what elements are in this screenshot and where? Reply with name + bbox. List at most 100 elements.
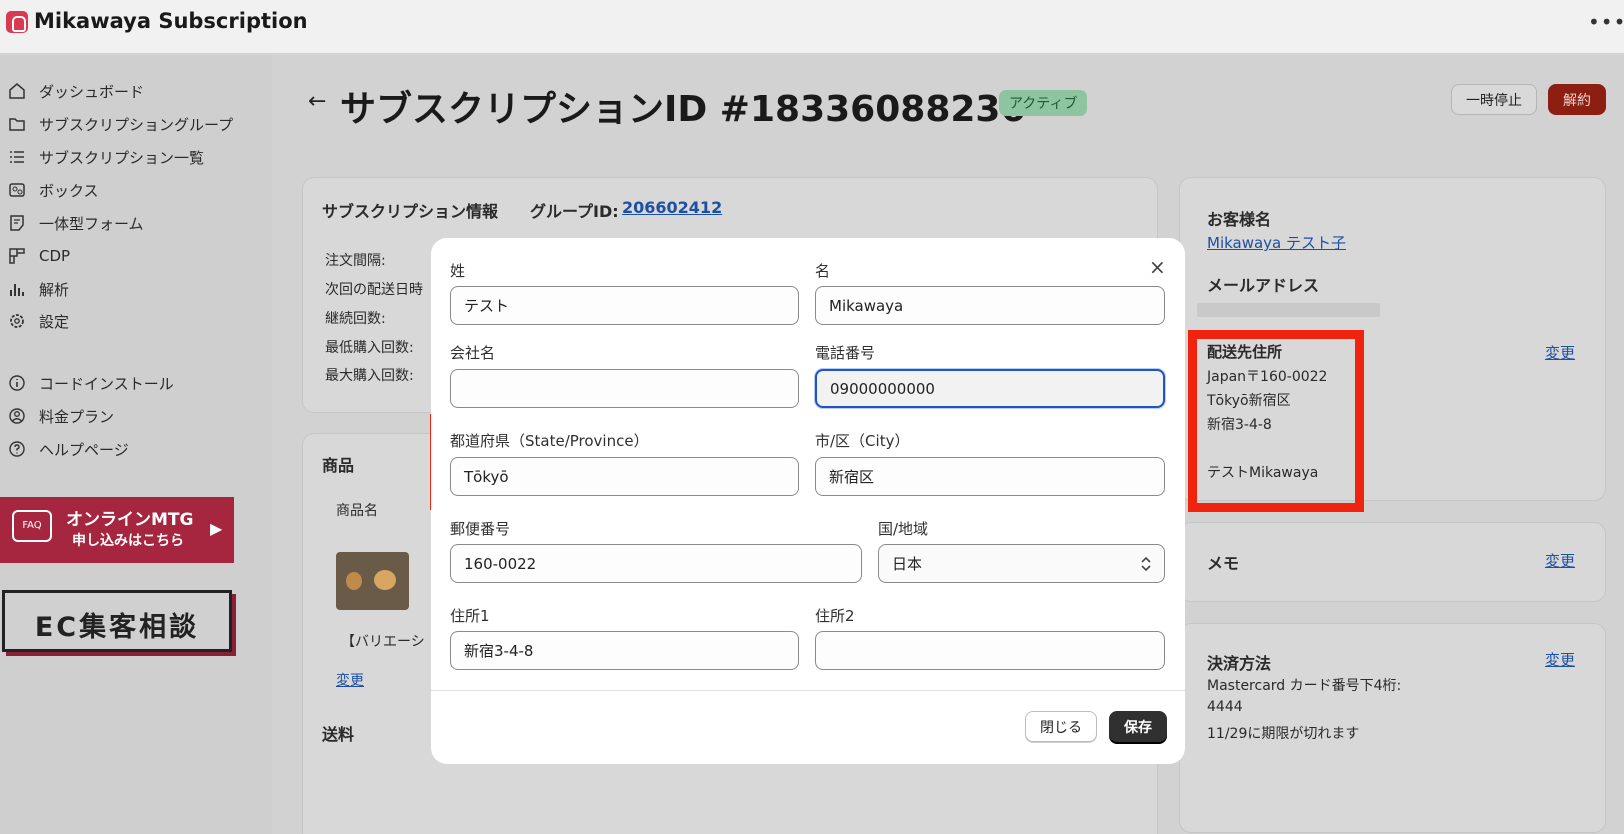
company-input[interactable]: [450, 369, 799, 408]
sidebar-item-pricing[interactable]: 料金プラン: [8, 402, 114, 430]
zip-input[interactable]: 160-0022: [450, 544, 862, 583]
email-redacted: [1197, 303, 1380, 317]
company-label: 会社名: [450, 344, 496, 362]
play-arrow-icon: ▶: [210, 519, 223, 538]
ec-consult-banner[interactable]: EC集客相談: [2, 590, 232, 652]
cancel-subscription-button[interactable]: 解約: [1548, 84, 1606, 115]
sidebar: ダッシュボード サブスクリプショングループ サブスクリプション一覧 ボックス 一…: [0, 55, 272, 834]
state-label: 都道府県（State/Province）: [450, 432, 649, 450]
close-button[interactable]: 閉じる: [1025, 711, 1097, 742]
product-thumbnail: [336, 552, 409, 610]
sidebar-item-label: コードインストール: [39, 374, 174, 393]
sidebar-item-label: ダッシュボード: [39, 82, 145, 101]
home-icon: [8, 82, 26, 100]
product-change-link[interactable]: 変更: [336, 670, 364, 690]
user-circle-icon: [8, 407, 26, 425]
sidebar-item-label: サブスクリプション一覧: [39, 148, 205, 167]
chevron-updown-icon: [1141, 556, 1151, 572]
info-icon: [8, 374, 26, 392]
sidebar-item-label: ボックス: [39, 181, 99, 200]
close-icon[interactable]: ×: [1149, 255, 1166, 279]
sidebar-item-label: 料金プラン: [39, 407, 115, 426]
list-icon: [8, 148, 26, 166]
banner-subtitle: 申し込みはこちら: [72, 533, 184, 549]
shipping-label: 送料: [322, 725, 355, 744]
address1-input[interactable]: 新宿3-4-8: [450, 631, 799, 670]
banner-title: オンラインMTG: [66, 510, 194, 530]
payment-last4: 4444: [1207, 699, 1243, 715]
first-name-input[interactable]: Mikawaya: [815, 286, 1165, 325]
city-input[interactable]: 新宿区: [815, 457, 1165, 496]
app-title: Mikawaya Subscription: [34, 9, 308, 33]
customer-name-link[interactable]: Mikawaya テスト子: [1207, 232, 1346, 253]
sidebar-item-box[interactable]: ボックス: [8, 176, 99, 204]
last-name-input[interactable]: テスト: [450, 286, 799, 325]
address2-input[interactable]: [815, 631, 1165, 670]
edit-address-modal: × 姓 テスト 名 Mikawaya 会社名 電話番号 09000000000 …: [431, 238, 1185, 764]
memo-card: [1179, 522, 1606, 602]
city-label: 市/区（City）: [815, 432, 910, 450]
group-id-label: グループID:: [530, 202, 619, 221]
state-input[interactable]: Tōkyō: [450, 457, 799, 496]
page-title: サブスクリプションID #18336088236: [340, 89, 1026, 130]
continuation-count-label: 継続回数:: [325, 311, 386, 327]
country-selected-value: 日本: [892, 555, 923, 573]
save-button[interactable]: 保存: [1109, 711, 1167, 742]
phone-label: 電話番号: [815, 344, 876, 362]
order-interval-label: 注文間隔:: [325, 253, 386, 269]
banner-text: EC集客相談: [34, 612, 200, 643]
address-change-link[interactable]: 変更: [1545, 342, 1575, 363]
folder-icon: [8, 115, 26, 133]
pause-button[interactable]: 一時停止: [1451, 84, 1537, 115]
faq-icon: FAQ: [12, 510, 52, 542]
status-badge: アクティブ: [999, 90, 1088, 116]
phone-input[interactable]: 09000000000: [815, 369, 1165, 408]
sidebar-item-settings[interactable]: 設定: [8, 307, 69, 335]
payment-change-link[interactable]: 変更: [1545, 649, 1575, 670]
help-icon: [8, 440, 26, 458]
sidebar-item-label: CDP: [39, 247, 71, 265]
sidebar-item-subscription-list[interactable]: サブスクリプション一覧: [8, 143, 204, 171]
box-icon: [8, 181, 26, 199]
email-label: メールアドレス: [1207, 276, 1320, 295]
grid-icon: [8, 247, 26, 265]
app-logo-icon: [6, 11, 28, 33]
address1-label: 住所1: [450, 607, 490, 625]
product-name: 【バリエーシ: [341, 634, 425, 650]
first-name-label: 名: [815, 262, 831, 280]
sidebar-item-subscription-groups[interactable]: サブスクリプショングループ: [8, 110, 233, 138]
country-select[interactable]: 日本: [878, 544, 1165, 583]
product-card-title: 商品: [322, 456, 355, 475]
max-purchase-label: 最大購入回数:: [325, 368, 414, 384]
back-arrow-icon[interactable]: ←: [308, 89, 326, 114]
chart-icon: [8, 280, 26, 298]
gear-icon: [8, 312, 26, 330]
more-horizontal-icon[interactable]: •••: [1588, 10, 1624, 34]
sidebar-item-code-install[interactable]: コードインストール: [8, 369, 174, 397]
modal-divider: [431, 690, 1185, 691]
sidebar-item-form[interactable]: 一体型フォーム: [8, 209, 144, 237]
sidebar-item-analytics[interactable]: 解析: [8, 275, 69, 303]
app-header: Mikawaya Subscription •••: [0, 0, 1624, 54]
group-id-link[interactable]: 206602412: [622, 198, 722, 217]
sidebar-item-label: ヘルプページ: [39, 440, 129, 459]
sidebar-item-label: 解析: [39, 280, 70, 299]
form-icon: [8, 214, 26, 232]
sidebar-item-label: サブスクリプショングループ: [39, 115, 234, 134]
online-mtg-banner[interactable]: FAQ オンラインMTG 申し込みはこちら ▶: [0, 497, 234, 563]
subscription-info-title: サブスクリプション情報: [322, 202, 499, 221]
last-name-label: 姓: [450, 262, 466, 280]
sidebar-item-help[interactable]: ヘルプページ: [8, 435, 129, 463]
next-delivery-label: 次回の配送日時: [325, 282, 423, 298]
address2-label: 住所2: [815, 607, 855, 625]
sidebar-item-label: 一体型フォーム: [39, 214, 144, 233]
payment-title: 決済方法: [1207, 654, 1272, 673]
customer-name-label: お客様名: [1207, 210, 1272, 229]
memo-title: メモ: [1207, 554, 1240, 573]
sidebar-item-cdp[interactable]: CDP: [8, 242, 70, 270]
sidebar-item-label: 設定: [39, 312, 70, 331]
product-name-header: 商品名: [336, 503, 378, 519]
min-purchase-label: 最低購入回数:: [325, 340, 414, 356]
memo-change-link[interactable]: 変更: [1545, 550, 1575, 571]
sidebar-item-dashboard[interactable]: ダッシュボード: [8, 77, 144, 105]
